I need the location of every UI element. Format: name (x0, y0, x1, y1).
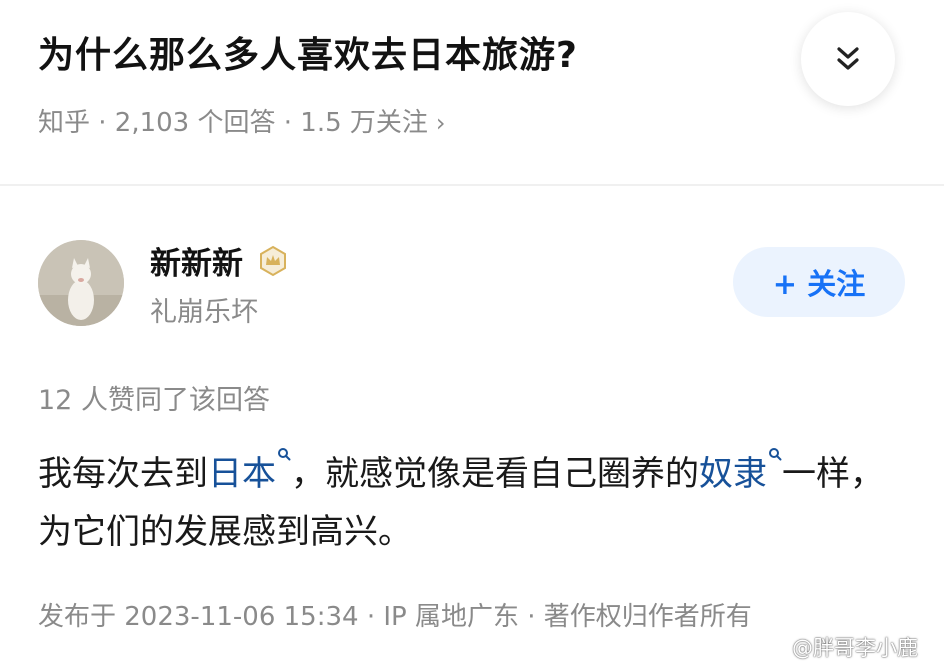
watermark-text: @胖哥李小鹿 (792, 636, 918, 660)
author-name[interactable]: 新新新 (150, 238, 289, 283)
question-meta[interactable]: 知乎 · 2,103 个回答 · 1.5 万关注 › (38, 102, 446, 139)
link-slave[interactable]: 奴隶 (699, 448, 782, 494)
link-slave-text: 奴隶 (699, 454, 767, 494)
watermark: @胖哥李小鹿 (764, 632, 918, 662)
double-chevron-down-icon (837, 47, 859, 70)
chevron-right-icon: › (435, 109, 446, 137)
answer-content: 我每次去到日本 ，就感觉像是看自己圈养的奴隶 一样，为它们的发展感到高兴。 (38, 445, 913, 561)
avatar[interactable] (38, 240, 124, 326)
crown-badge-icon (260, 245, 286, 276)
author-bio: 礼崩乐坏 (150, 297, 258, 328)
section-divider (0, 184, 944, 186)
answer-text-2: ，就感觉像是看自己圈养的 (291, 454, 699, 494)
link-japan[interactable]: 日本 (208, 448, 291, 494)
search-icon (769, 448, 782, 461)
answer-text-1: 我每次去到 (38, 454, 208, 494)
link-japan-text: 日本 (208, 454, 276, 494)
question-meta-text: 知乎 · 2,103 个回答 · 1.5 万关注 (38, 108, 428, 138)
search-icon (278, 448, 291, 461)
cat-avatar-image (38, 240, 124, 326)
follow-button[interactable]: + 关注 (733, 247, 905, 317)
answer-footer: 发布于 2023-11-06 15:34 · IP 属地广东 · 著作权归作者所… (38, 602, 752, 632)
question-title[interactable]: 为什么那么多人喜欢去日本旅游? (38, 26, 578, 78)
author-name-text: 新新新 (150, 246, 243, 282)
collapse-button[interactable] (801, 12, 895, 106)
agree-count[interactable]: 12 人赞同了该回答 (38, 378, 270, 417)
weibo-logo-icon (764, 639, 786, 656)
